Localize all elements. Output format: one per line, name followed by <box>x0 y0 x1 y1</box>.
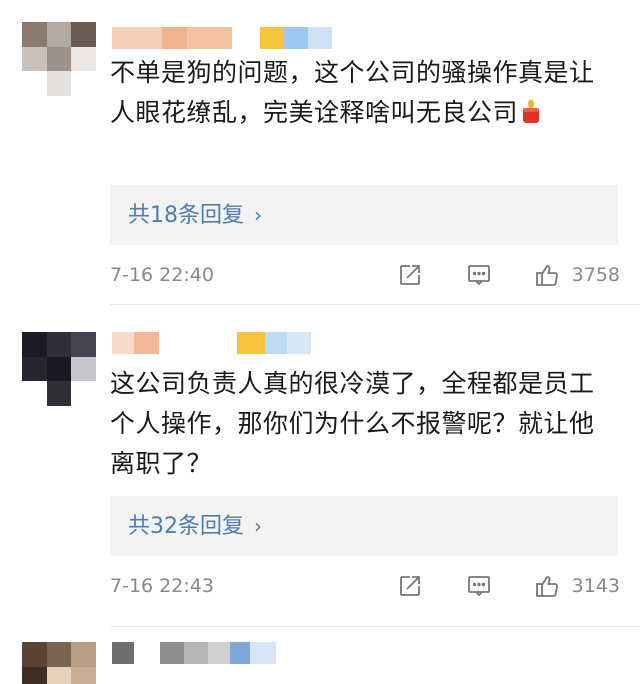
thumbs-up-icon[interactable] <box>534 262 560 288</box>
comment-text: 这公司负责人真的很冷漠了，全程都是员工个人操作，那你们为什么不报警呢？就让他离职… <box>110 364 610 484</box>
avatar[interactable] <box>22 22 96 96</box>
chevron-right-icon: › <box>254 203 262 227</box>
avatar[interactable] <box>22 332 96 406</box>
replies-count-text: 共18条回复 <box>128 203 244 228</box>
divider <box>110 304 640 305</box>
replies-count-text: 共32条回复 <box>128 514 244 539</box>
username-redacted[interactable] <box>112 332 311 354</box>
comment-item: 不单是狗的问题，这个公司的骚操作真是让人眼花缭乱，完美诠释啥叫无良公司 共18条… <box>0 0 640 310</box>
red-candle-emoji <box>523 99 540 123</box>
view-replies-button[interactable]: 共18条回复 › <box>110 185 618 245</box>
comment-icon[interactable] <box>466 573 492 599</box>
thumbs-up-icon[interactable] <box>534 573 560 599</box>
like-count: 3143 <box>571 575 620 597</box>
comment-icon[interactable] <box>466 262 492 288</box>
timestamp: 7-16 22:40 <box>110 264 214 286</box>
share-icon[interactable] <box>397 262 423 288</box>
chevron-right-icon: › <box>254 514 262 538</box>
timestamp: 7-16 22:43 <box>110 575 214 597</box>
divider <box>110 626 640 627</box>
replies-label: 共18条回复 › <box>128 185 262 246</box>
comment-text: 不单是狗的问题，这个公司的骚操作真是让人眼花缭乱，完美诠释啥叫无良公司 <box>110 53 610 133</box>
like-count: 3758 <box>571 264 620 286</box>
username-redacted[interactable] <box>112 642 276 664</box>
comment-meta: 7-16 22:43 3143 <box>110 571 620 601</box>
comment-item <box>0 628 640 684</box>
comment-item: 这公司负责人真的很冷漠了，全程都是员工个人操作，那你们为什么不报警呢？就让他离职… <box>0 310 640 628</box>
comment-text-content: 这公司负责人真的很冷漠了，全程都是员工个人操作，那你们为什么不报警呢？就让他离职… <box>110 369 595 478</box>
view-replies-button[interactable]: 共32条回复 › <box>110 496 618 556</box>
avatar[interactable] <box>22 642 96 684</box>
comment-meta: 7-16 22:40 3758 <box>110 260 620 290</box>
replies-label: 共32条回复 › <box>128 496 262 557</box>
username-redacted[interactable] <box>112 27 332 49</box>
share-icon[interactable] <box>397 573 423 599</box>
